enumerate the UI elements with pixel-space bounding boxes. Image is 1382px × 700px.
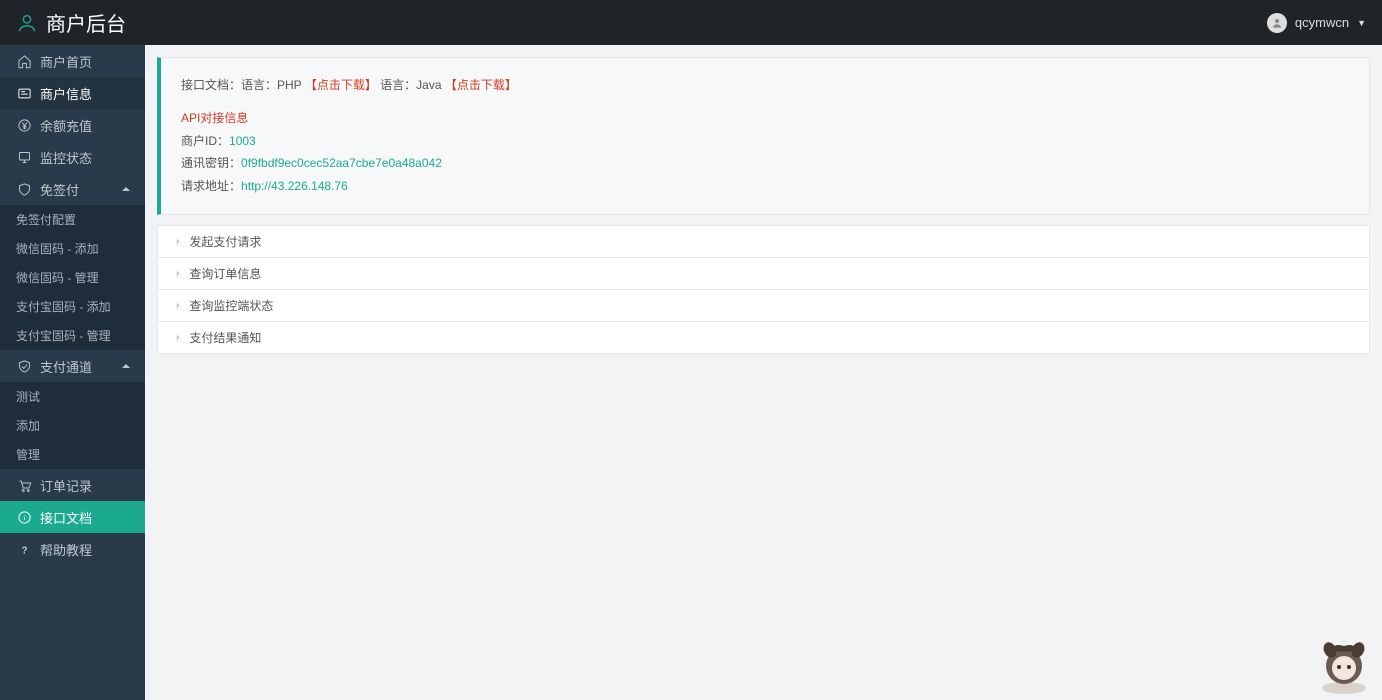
accordion-title: 查询订单信息: [189, 265, 261, 282]
sidebar-subitem[interactable]: 管理: [0, 440, 145, 469]
accordion-item: › 查询订单信息: [157, 257, 1370, 290]
monitor-icon: [16, 149, 32, 165]
header-title: 商户后台: [46, 8, 126, 37]
top-header: 商户后台 qcymwcn ▼: [0, 0, 1382, 45]
accordion: › 发起支付请求 › 查询订单信息 › 查询监控端状态 › 支付结果通知: [157, 225, 1370, 354]
sidebar-item-label: 帮助教程: [40, 540, 92, 559]
home-icon: [16, 53, 32, 69]
sidebar-subitem[interactable]: 微信固码 - 管理: [0, 263, 145, 292]
sidebar-item-label: 接口文档: [40, 508, 92, 527]
check-icon: [16, 358, 32, 374]
accordion-title: 发起支付请求: [189, 233, 261, 250]
sidebar-item-label: 微信固码 - 管理: [16, 269, 99, 286]
sidebar-item[interactable]: 余额充值: [0, 109, 145, 141]
request-url-label: 请求地址：: [181, 179, 241, 193]
mascot-image: [1312, 632, 1376, 696]
sidebar-item-label: 测试: [16, 388, 40, 405]
comm-key-row: 通讯密钥：0f9fbdf9ec0cec52aa7cbe7e0a48a042: [181, 152, 1349, 175]
request-url-value[interactable]: http://43.226.148.76: [241, 179, 348, 193]
sidebar-item[interactable]: 支付通道: [0, 350, 145, 382]
sidebar-subitem[interactable]: 测试: [0, 382, 145, 411]
merchant-id-label: 商户ID：: [181, 134, 229, 148]
sidebar-item-label: 商户信息: [40, 84, 92, 103]
sidebar-item-label: 余额充值: [40, 116, 92, 135]
avatar-icon: [1267, 13, 1287, 33]
download-java-link[interactable]: 【点击下载】: [445, 78, 517, 92]
sidebar-subitem[interactable]: 支付宝固码 - 添加: [0, 292, 145, 321]
doc-download-line: 接口文档：语言：PHP 【点击下载】 语言：Java 【点击下载】: [181, 74, 1349, 97]
sidebar-item[interactable]: 免签付: [0, 173, 145, 205]
help-icon: ?: [16, 541, 32, 557]
header-left: 商户后台: [16, 8, 126, 37]
accordion-item: › 发起支付请求: [157, 225, 1370, 258]
sidebar-item-label: 支付宝固码 - 管理: [16, 327, 111, 344]
sidebar-item[interactable]: 订单记录: [0, 469, 145, 501]
merchant-id-value: 1003: [229, 134, 256, 148]
main-content: 接口文档：语言：PHP 【点击下载】 语言：Java 【点击下载】 API对接信…: [145, 45, 1382, 700]
comm-key-label: 通讯密钥：: [181, 156, 241, 170]
sidebar-item-label: 支付通道: [40, 357, 92, 376]
sidebar: 商户首页商户信息余额充值监控状态免签付免签付配置微信固码 - 添加微信固码 - …: [0, 45, 145, 700]
caret-down-icon: ▼: [1357, 18, 1366, 28]
user-outline-icon: [16, 12, 38, 34]
request-url-row: 请求地址：http://43.226.148.76: [181, 175, 1349, 198]
accordion-header[interactable]: › 查询订单信息: [158, 258, 1369, 289]
sidebar-item[interactable]: 监控状态: [0, 141, 145, 173]
shield-icon: [16, 181, 32, 197]
accordion-header[interactable]: › 查询监控端状态: [158, 290, 1369, 321]
sidebar-subitem[interactable]: 微信固码 - 添加: [0, 234, 145, 263]
sidebar-item[interactable]: ? 帮助教程: [0, 533, 145, 565]
chevron-right-icon: ›: [176, 300, 179, 311]
text-java-prefix: 语言：Java: [380, 78, 441, 92]
sidebar-item-label: 订单记录: [40, 476, 92, 495]
api-info-panel: 接口文档：语言：PHP 【点击下载】 语言：Java 【点击下载】 API对接信…: [157, 57, 1370, 215]
sidebar-item-label: 免签付配置: [16, 211, 76, 228]
sidebar-item[interactable]: 商户信息: [0, 77, 145, 109]
sidebar-subitem[interactable]: 添加: [0, 411, 145, 440]
chevron-right-icon: ›: [176, 268, 179, 279]
sidebar-subitem[interactable]: 支付宝固码 - 管理: [0, 321, 145, 350]
sidebar-item[interactable]: 接口文档: [0, 501, 145, 533]
comm-key-value: 0f9fbdf9ec0cec52aa7cbe7e0a48a042: [241, 156, 442, 170]
chevron-right-icon: ›: [176, 236, 179, 247]
accordion-header[interactable]: › 支付结果通知: [158, 322, 1369, 353]
cart-icon: [16, 477, 32, 493]
api-info-title: API对接信息: [181, 107, 1349, 130]
sidebar-item[interactable]: 商户首页: [0, 45, 145, 77]
sidebar-item-label: 微信固码 - 添加: [16, 240, 99, 257]
accordion-item: › 查询监控端状态: [157, 289, 1370, 322]
svg-text:?: ?: [21, 545, 27, 556]
sidebar-item-label: 支付宝固码 - 添加: [16, 298, 111, 315]
merchant-id-row: 商户ID：1003: [181, 130, 1349, 153]
chevron-up-icon: [121, 361, 131, 371]
accordion-header[interactable]: › 发起支付请求: [158, 226, 1369, 257]
accordion-title: 查询监控端状态: [189, 297, 273, 314]
sidebar-subitem[interactable]: 免签付配置: [0, 205, 145, 234]
user-menu[interactable]: qcymwcn ▼: [1267, 13, 1366, 33]
sidebar-item-label: 免签付: [40, 180, 79, 199]
sidebar-item-label: 管理: [16, 446, 40, 463]
yen-icon: [16, 117, 32, 133]
chevron-right-icon: ›: [176, 332, 179, 343]
card-icon: [16, 85, 32, 101]
sidebar-item-label: 监控状态: [40, 148, 92, 167]
sidebar-item-label: 商户首页: [40, 52, 92, 71]
accordion-item: › 支付结果通知: [157, 321, 1370, 354]
sidebar-item-label: 添加: [16, 417, 40, 434]
download-php-link[interactable]: 【点击下载】: [305, 78, 377, 92]
info-icon: [16, 509, 32, 525]
text-php-prefix: 接口文档：语言：PHP: [181, 78, 301, 92]
user-name: qcymwcn: [1295, 15, 1349, 30]
accordion-title: 支付结果通知: [189, 329, 261, 346]
chevron-up-icon: [121, 184, 131, 194]
